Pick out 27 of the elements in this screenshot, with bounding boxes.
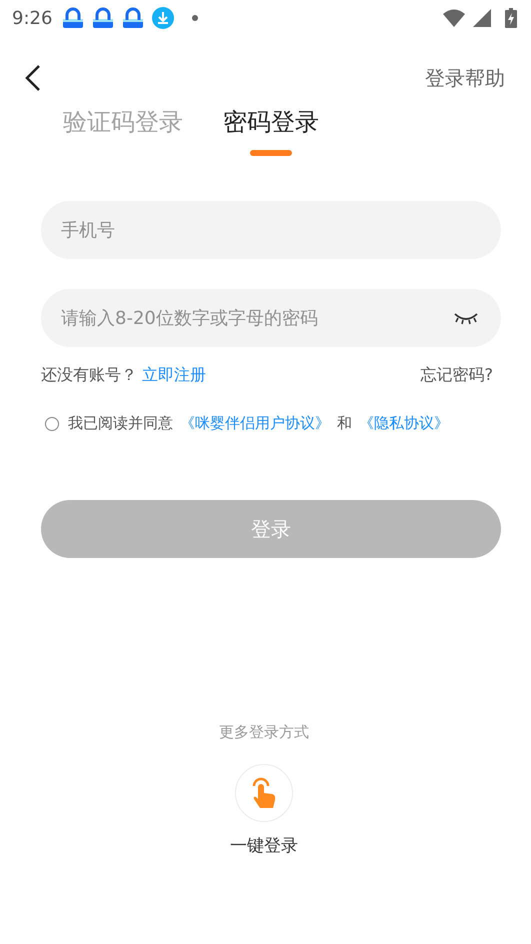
phone-field[interactable]: 手机号 <box>41 201 501 259</box>
one-tap-login-label: 一键登录 <box>230 835 298 857</box>
battery-icon <box>505 8 517 28</box>
notification-dot-icon <box>192 15 198 21</box>
status-time: 9:26 <box>12 8 52 28</box>
user-agreement-link[interactable]: 《咪婴伴侣用户协议》 <box>180 414 330 433</box>
login-tab[interactable]: 验证码登录 <box>63 106 183 138</box>
register-prompt: 还没有账号？ <box>41 365 137 384</box>
signal-icon <box>473 9 491 27</box>
password-field[interactable]: 请输入8-20位数字或字母的密码 <box>41 289 501 347</box>
download-icon <box>152 7 174 29</box>
privacy-policy-link[interactable]: 《隐私协议》 <box>359 414 449 433</box>
register-link[interactable]: 立即注册 <box>142 365 206 384</box>
conjunction-text: 和 <box>337 414 352 433</box>
eye-closed-icon[interactable] <box>453 311 479 325</box>
app-icon <box>122 7 144 29</box>
app-icon <box>92 7 114 29</box>
agreement-text: 我已阅读并同意 <box>68 414 173 433</box>
wifi-icon <box>443 9 465 27</box>
login-tab[interactable]: 密码登录 <box>223 106 319 138</box>
login-help-link[interactable]: 登录帮助 <box>425 64 505 92</box>
agreement-radio[interactable] <box>45 416 59 430</box>
app-icon <box>62 7 84 29</box>
forgot-password-link[interactable]: 忘记密码? <box>420 365 493 386</box>
tap-hand-icon <box>250 777 278 809</box>
more-login-title: 更多登录方式 <box>219 723 309 742</box>
back-icon[interactable] <box>24 64 42 92</box>
